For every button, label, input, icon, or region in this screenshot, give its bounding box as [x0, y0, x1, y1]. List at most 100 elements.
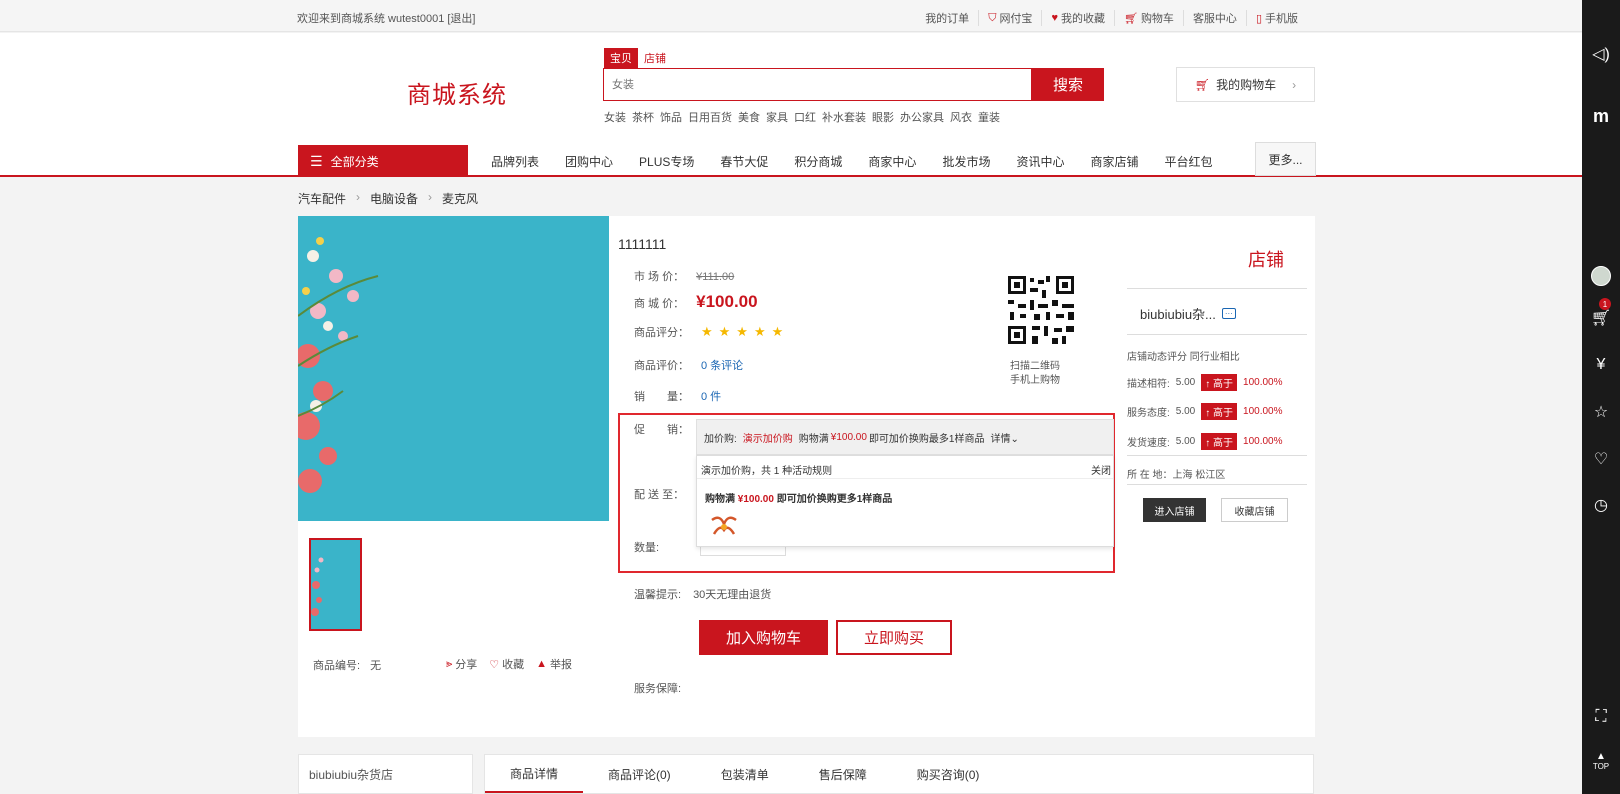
review-count-link[interactable]: 0 条评论 — [701, 357, 743, 373]
scan-icon[interactable]: ⛶ — [1582, 708, 1620, 726]
search-button[interactable]: 搜索 — [1032, 68, 1104, 101]
hot-word[interactable]: 眼影 — [872, 109, 894, 125]
shop-title: 店铺 — [1248, 250, 1284, 270]
m-logo-icon[interactable]: m — [1582, 106, 1620, 127]
nav-item-news[interactable]: 资讯中心 — [1003, 153, 1077, 170]
tip-label: 温馨提示: — [634, 589, 682, 601]
hot-word[interactable]: 饰品 — [660, 109, 682, 125]
yen-icon[interactable]: ¥ — [1582, 356, 1620, 374]
buy-now-button[interactable]: 立即购买 — [836, 620, 952, 655]
product-thumbnail[interactable] — [309, 538, 362, 631]
top-bar: 欢迎来到商城系统 wutest0001 [退出] 我的订单 ⛉ 网付宝 ♥ 我的收藏… — [0, 0, 1582, 32]
hot-word[interactable]: 女装 — [604, 109, 626, 125]
cart-icon: 🛒︎ — [1123, 12, 1138, 25]
shop-divider — [1127, 455, 1307, 456]
shop-rating-header: 店铺动态评分 同行业相比 — [1127, 352, 1240, 363]
market-price: ¥111.00 — [696, 271, 735, 283]
shop-divider — [1127, 334, 1307, 335]
rating-shipping: 发货速度: 5.00 ↑ 高于 100.00% — [1127, 433, 1283, 450]
tab-package[interactable]: 包装清单 — [696, 755, 794, 793]
history-icon[interactable]: ◷ — [1582, 495, 1620, 515]
nav-more-button[interactable]: 更多... — [1255, 142, 1316, 176]
enter-shop-button[interactable]: 进入店铺 — [1143, 498, 1206, 522]
speaker-icon[interactable]: ◁) — [1582, 44, 1620, 64]
favorite-button[interactable]: ♡ 收藏 — [489, 656, 524, 672]
tab-details[interactable]: 商品详情 — [485, 755, 584, 793]
promo-name: 演示加价购 — [742, 433, 793, 445]
search-tab-item[interactable]: 宝贝 — [604, 48, 638, 68]
nav-items: 品牌列表 团购中心 PLUS专场 春节大促 积分商城 商家中心 批发市场 资讯中… — [478, 145, 1226, 177]
hot-word[interactable]: 家具 — [766, 109, 788, 125]
mobile-icon: ▯ — [1255, 12, 1262, 25]
promo-label: 促 销： — [634, 424, 689, 436]
top-link-service[interactable]: 客服中心 — [1182, 10, 1246, 26]
hot-word[interactable]: 茶杯 — [632, 109, 654, 125]
chat-icon[interactable]: ··· — [1221, 308, 1236, 319]
hot-word[interactable]: 童装 — [978, 109, 1000, 125]
add-to-cart-button[interactable]: 加入购物车 — [699, 620, 828, 655]
mall-price-row: 商 城 价： ¥100.00 — [634, 292, 758, 312]
arrow-up-icon: ↑ — [1205, 379, 1211, 390]
share-button[interactable]: ⪢ 分享 — [446, 656, 477, 672]
tab-consult[interactable]: 购买咨询(0) — [892, 755, 1005, 793]
top-link-favorites[interactable]: ♥ 我的收藏 — [1041, 10, 1114, 26]
nav-item-spring-sale[interactable]: 春节大促 — [707, 153, 781, 170]
menu-icon: ☰ — [310, 152, 323, 169]
favorite-shop-button[interactable]: 收藏店铺 — [1221, 498, 1288, 522]
nav-item-red-packet[interactable]: 平台红包 — [1151, 153, 1225, 170]
product-actions: ⪢ 分享 ♡ 收藏 ▲ 举报 — [446, 656, 572, 672]
top-links: 我的订单 ⛉ 网付宝 ♥ 我的收藏 🛒︎ 购物车 客服中心 ▯ 手机版 — [916, 10, 1307, 26]
hot-word[interactable]: 风衣 — [950, 109, 972, 125]
cart-icon: 🛒︎ — [1194, 77, 1211, 92]
nav-item-merchant-center[interactable]: 商家中心 — [855, 153, 929, 170]
all-categories-button[interactable]: ☰ 全部分类 — [298, 145, 468, 177]
sales-row: 销 量： 0 件 — [634, 388, 721, 404]
gift-item-image[interactable] — [706, 512, 742, 542]
popup-divider — [697, 478, 1113, 479]
hot-word[interactable]: 办公家具 — [900, 109, 944, 125]
heart-outline-icon: ♡ — [489, 658, 500, 671]
nav-item-brands[interactable]: 品牌列表 — [478, 153, 552, 170]
breadcrumb-item[interactable]: 汽车配件 — [298, 190, 346, 207]
hot-word[interactable]: 口红 — [794, 109, 816, 125]
breadcrumb-item[interactable]: 麦克风 — [442, 190, 478, 207]
bottom-shop-name[interactable]: biubiubiu杂货店 — [298, 754, 473, 794]
shop-location: 所 在 地：上海 松江区 — [1127, 470, 1226, 481]
back-to-top-button[interactable]: ▲ TOP — [1582, 752, 1620, 772]
higher-badge: ↑ 高于 — [1201, 374, 1238, 391]
search-tab-shop[interactable]: 店铺 — [638, 48, 672, 68]
heart-icon[interactable]: ♡ — [1582, 449, 1620, 469]
tip-value: 30天无理由退货 — [693, 589, 772, 601]
top-link-pay[interactable]: ⛉ 网付宝 — [978, 10, 1041, 26]
top-link-cart[interactable]: 🛒︎ 购物车 — [1113, 10, 1183, 26]
promo-popup-close[interactable]: 关闭 — [1091, 462, 1111, 477]
promo-rule: 购物满 ¥100.00 即可加价换购更多1样商品 — [705, 494, 893, 505]
nav-item-wholesale[interactable]: 批发市场 — [929, 153, 1003, 170]
all-categories-label: 全部分类 — [330, 154, 379, 169]
site-logo[interactable]: 商城系统 — [407, 75, 507, 110]
star-icon[interactable]: ☆ — [1582, 402, 1620, 422]
product-main-image[interactable] — [298, 216, 609, 521]
shop-name[interactable]: biubiubiu杂... — [1140, 304, 1216, 323]
top-link-orders[interactable]: 我的订单 — [916, 10, 978, 26]
hot-word[interactable]: 补水套装 — [822, 109, 866, 125]
promo-bar[interactable]: 加价购: 演示加价购 购物满 ¥100.00 即可加价换购最多1样商品 详情⌄ — [696, 419, 1114, 455]
hot-word[interactable]: 日用百货 — [688, 109, 732, 125]
top-link-mobile[interactable]: ▯ 手机版 — [1245, 10, 1307, 26]
breadcrumb-item[interactable]: 电脑设备 — [370, 190, 418, 207]
nav-item-shops[interactable]: 商家店铺 — [1077, 153, 1151, 170]
tab-reviews[interactable]: 商品评论(0) — [583, 755, 696, 793]
search-input[interactable] — [604, 69, 1031, 100]
tab-after-sale[interactable]: 售后保障 — [794, 755, 892, 793]
nav-item-points-mall[interactable]: 积分商城 — [781, 153, 855, 170]
nav-item-group-buy[interactable]: 团购中心 — [552, 153, 626, 170]
qr-code-icon — [998, 268, 1084, 352]
my-cart-button[interactable]: 🛒︎ 我的购物车 › — [1176, 67, 1315, 102]
nav-item-plus[interactable]: PLUS专场 — [626, 153, 707, 170]
promo-detail-toggle[interactable]: 详情⌄ — [991, 430, 1019, 445]
report-button[interactable]: ▲ 举报 — [536, 656, 572, 672]
mall-price: ¥100.00 — [696, 292, 758, 311]
sidebar-cart-icon[interactable]: 🛒︎ — [1582, 308, 1620, 328]
hot-word[interactable]: 美食 — [738, 109, 760, 125]
avatar[interactable] — [1582, 266, 1620, 286]
